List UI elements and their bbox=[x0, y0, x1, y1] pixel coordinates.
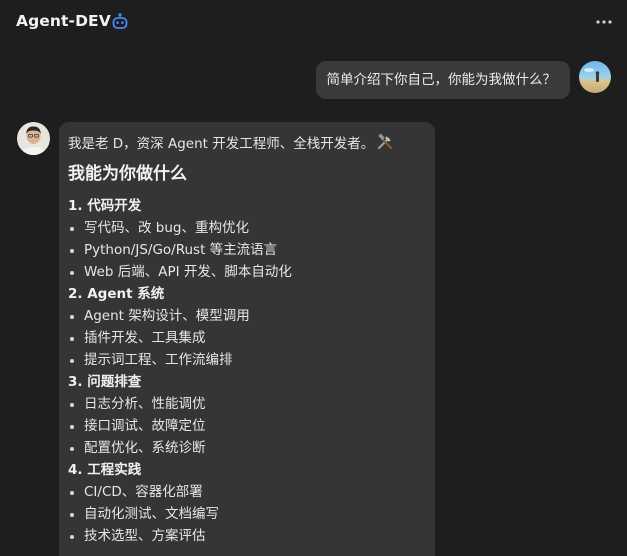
hammer-wrench-icon bbox=[378, 133, 393, 150]
agent-avatar-image bbox=[17, 122, 50, 155]
list-item: 写代码、改 bug、重构优化 bbox=[68, 217, 423, 239]
list-item-text: 自动化测试、文档编写 bbox=[84, 506, 219, 522]
section-title: 2. Agent 系统 bbox=[68, 286, 165, 302]
bullet-icon bbox=[70, 359, 74, 363]
list-item-text: Python/JS/Go/Rust 等主流语言 bbox=[84, 242, 278, 258]
list-item-text: 写代码、改 bug、重构优化 bbox=[84, 220, 249, 236]
section-list: 日志分析、性能调优 接口调试、故障定位 配置优化、系统诊断 bbox=[68, 393, 423, 459]
list-item: Agent 架构设计、模型调用 bbox=[68, 305, 423, 327]
bullet-icon bbox=[70, 403, 74, 407]
list-item: 日志分析、性能调优 bbox=[68, 393, 423, 415]
bullet-icon bbox=[70, 337, 74, 341]
section-title: 1. 代码开发 bbox=[68, 198, 142, 214]
list-item: 插件开发、工具集成 bbox=[68, 327, 423, 349]
robot-icon bbox=[112, 13, 128, 29]
list-item-text: 技术选型、方案评估 bbox=[84, 528, 206, 544]
agent-intro-text: 我是老 D，资深 Agent 开发工程师、全栈开发者。 bbox=[68, 136, 375, 152]
chat-window: Agent-DEV 简单介绍下你自己，你能为我做什么？ 我是老 D，资深 Age… bbox=[0, 0, 627, 556]
bullet-icon bbox=[70, 513, 74, 517]
section-list: Agent 架构设计、模型调用 插件开发、工具集成提示词工程、工作流编排 bbox=[68, 305, 423, 371]
section-title: 4. 工程实践 bbox=[68, 462, 142, 478]
more-horizontal-icon bbox=[596, 20, 612, 24]
user-avatar[interactable] bbox=[579, 61, 611, 93]
bullet-icon bbox=[70, 491, 74, 495]
list-item: 自动化测试、文档编写 bbox=[68, 503, 423, 525]
list-item: 配置优化、系统诊断 bbox=[68, 437, 423, 459]
agent-message-row: 我是老 D，资深 Agent 开发工程师、全栈开发者。 我能为你做什么 1. 代… bbox=[17, 122, 435, 556]
agent-avatar[interactable] bbox=[17, 122, 50, 155]
list-item-text: Web 后端、API 开发、脚本自动化 bbox=[84, 264, 292, 280]
list-item: Python/JS/Go/Rust 等主流语言 bbox=[68, 239, 423, 261]
user-message-bubble[interactable]: 简单介绍下你自己，你能为我做什么？ bbox=[315, 61, 570, 99]
list-item-text: 配置优化、系统诊断 bbox=[84, 440, 206, 456]
list-item: 接口调试、故障定位 bbox=[68, 415, 423, 437]
list-item: CI/CD、容器化部署 bbox=[68, 481, 423, 503]
section-list: CI/CD、容器化部署 自动化测试、文档编写 技术选型、方案评估 bbox=[68, 481, 423, 547]
bullet-icon bbox=[70, 315, 74, 319]
bullet-icon bbox=[70, 447, 74, 451]
agent-heading: 我能为你做什么 bbox=[68, 164, 187, 184]
list-item: 提示词工程、工作流编排 bbox=[68, 349, 423, 371]
list-item-text: CI/CD、容器化部署 bbox=[84, 484, 203, 500]
bullet-icon bbox=[70, 425, 74, 429]
bullet-icon bbox=[70, 227, 74, 231]
section-title: 3. 问题排查 bbox=[68, 374, 142, 390]
bullet-icon bbox=[70, 535, 74, 539]
list-item-text: 日志分析、性能调优 bbox=[84, 396, 206, 412]
capability-sections: 1. 代码开发写代码、改 bug、重构优化 Python/JS/Go/Rust 等… bbox=[68, 195, 423, 547]
user-message-row: 简单介绍下你自己，你能为我做什么？ bbox=[315, 61, 611, 99]
agent-message-bubble[interactable]: 我是老 D，资深 Agent 开发工程师、全栈开发者。 我能为你做什么 1. 代… bbox=[59, 122, 435, 556]
agent-intro: 我是老 D，资深 Agent 开发工程师、全栈开发者。 bbox=[68, 133, 423, 155]
list-item-text: 插件开发、工具集成 bbox=[84, 330, 206, 346]
section-list: 写代码、改 bug、重构优化 Python/JS/Go/Rust 等主流语言 Web… bbox=[68, 217, 423, 283]
bullet-icon bbox=[70, 271, 74, 275]
list-item-text: 接口调试、故障定位 bbox=[84, 418, 206, 434]
header-bar: Agent-DEV bbox=[0, 0, 627, 44]
list-item-text: Agent 架构设计、模型调用 bbox=[84, 308, 250, 324]
list-item-text: 提示词工程、工作流编排 bbox=[84, 352, 233, 368]
app-title: Agent-DEV bbox=[16, 12, 111, 30]
list-item: 技术选型、方案评估 bbox=[68, 525, 423, 547]
user-avatar-image bbox=[579, 61, 611, 93]
bullet-icon bbox=[70, 249, 74, 253]
more-options-button[interactable] bbox=[593, 12, 615, 32]
list-item: Web 后端、API 开发、脚本自动化 bbox=[68, 261, 423, 283]
